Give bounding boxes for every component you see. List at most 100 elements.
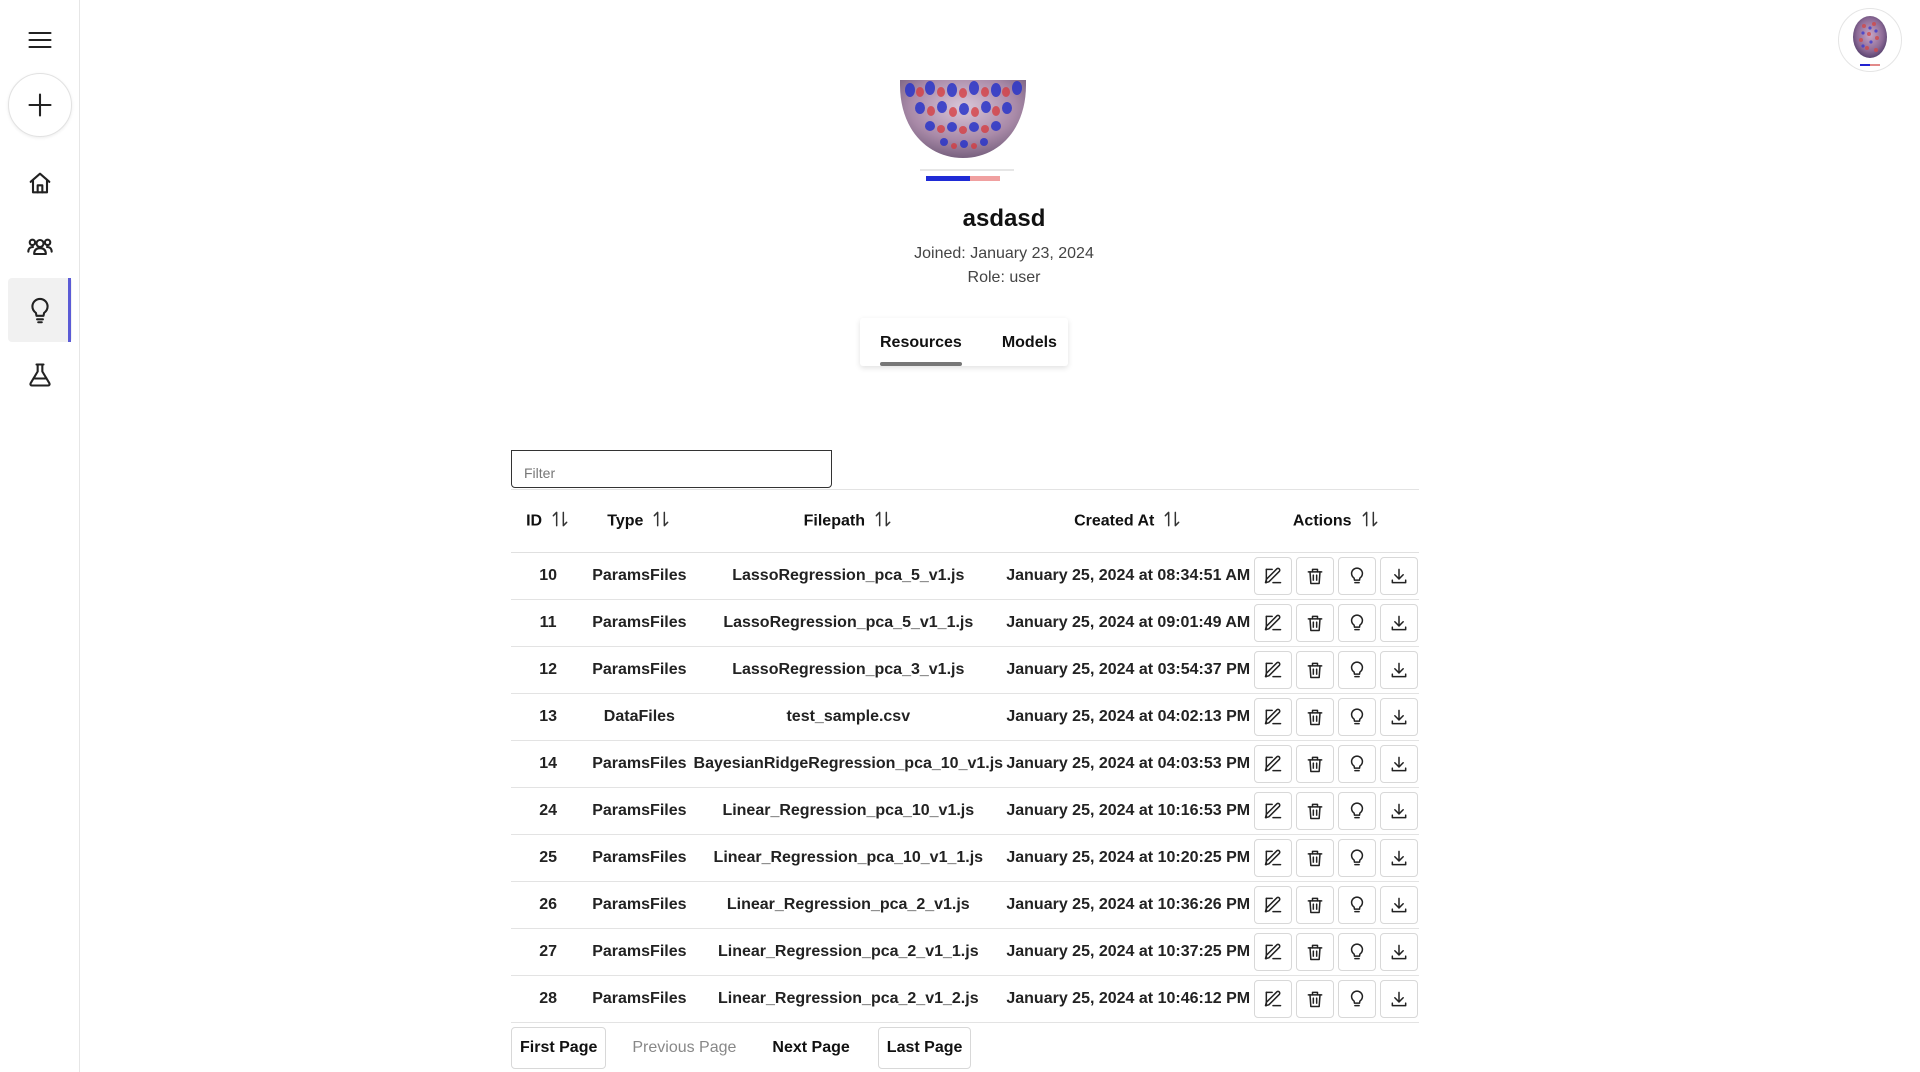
profile-picture bbox=[900, 80, 1026, 181]
cell-filepath: LassoRegression_pca_3_v1.js bbox=[693, 646, 1004, 694]
column-header-created-at[interactable]: Created At bbox=[1003, 492, 1254, 553]
last-page-button[interactable]: Last Page bbox=[877, 1027, 972, 1069]
download-button[interactable] bbox=[1380, 650, 1419, 689]
column-header-filepath[interactable]: Filepath bbox=[693, 492, 1004, 553]
add-button[interactable] bbox=[0, 73, 80, 137]
use-model-button[interactable] bbox=[1338, 650, 1377, 689]
download-icon bbox=[1391, 709, 1407, 724]
sort-icon[interactable] bbox=[550, 509, 570, 534]
user-avatar-button[interactable] bbox=[1838, 8, 1902, 72]
lightbulb-icon bbox=[1351, 613, 1364, 630]
edit-button[interactable] bbox=[1254, 603, 1293, 642]
lightbulb-icon bbox=[1351, 848, 1364, 865]
cell-id: 14 bbox=[511, 740, 586, 788]
column-header-id[interactable]: ID bbox=[511, 492, 586, 553]
use-model-button[interactable] bbox=[1338, 932, 1377, 971]
use-model-button[interactable] bbox=[1338, 556, 1377, 595]
edit-button[interactable] bbox=[1254, 697, 1293, 736]
home-icon bbox=[29, 172, 51, 194]
trash-icon bbox=[1307, 897, 1323, 913]
cell-created-at: January 25, 2024 at 10:36:26 PM bbox=[1003, 881, 1254, 929]
edit-button[interactable] bbox=[1254, 838, 1293, 877]
edit-icon bbox=[1264, 943, 1282, 959]
sidebar-item-experiments[interactable] bbox=[0, 350, 80, 400]
cell-id: 26 bbox=[511, 881, 586, 929]
edit-icon bbox=[1264, 567, 1282, 583]
delete-button[interactable] bbox=[1296, 838, 1335, 877]
delete-button[interactable] bbox=[1296, 885, 1335, 924]
use-model-button[interactable] bbox=[1338, 603, 1377, 642]
cell-actions bbox=[1253, 834, 1419, 882]
download-button[interactable] bbox=[1380, 885, 1419, 924]
pagination: First Page Previous Page Next Page Last … bbox=[511, 1027, 972, 1069]
row-actions bbox=[1253, 885, 1419, 924]
sort-icon[interactable] bbox=[651, 509, 671, 534]
download-button[interactable] bbox=[1380, 744, 1419, 783]
sidebar-item-models[interactable] bbox=[8, 278, 72, 342]
delete-button[interactable] bbox=[1296, 791, 1335, 830]
sidebar-item-home[interactable] bbox=[0, 158, 80, 208]
row-actions bbox=[1253, 979, 1419, 1018]
cell-id: 28 bbox=[511, 975, 586, 1023]
cell-type: ParamsFiles bbox=[585, 552, 694, 600]
delete-button[interactable] bbox=[1296, 697, 1335, 736]
edit-button[interactable] bbox=[1254, 932, 1293, 971]
download-button[interactable] bbox=[1380, 791, 1419, 830]
edit-icon bbox=[1264, 708, 1282, 724]
cell-type: ParamsFiles bbox=[585, 740, 694, 788]
delete-button[interactable] bbox=[1296, 979, 1335, 1018]
edit-button[interactable] bbox=[1254, 556, 1293, 595]
download-icon bbox=[1391, 756, 1407, 771]
cell-filepath: LassoRegression_pca_5_v1.js bbox=[693, 552, 1004, 600]
use-model-button[interactable] bbox=[1338, 697, 1377, 736]
filter-input[interactable] bbox=[511, 450, 832, 488]
sort-icon[interactable] bbox=[873, 509, 893, 534]
use-model-button[interactable] bbox=[1338, 979, 1377, 1018]
sort-icon[interactable] bbox=[1360, 509, 1380, 534]
use-model-button[interactable] bbox=[1338, 838, 1377, 877]
column-header-actions[interactable]: Actions bbox=[1253, 492, 1419, 553]
edit-button[interactable] bbox=[1254, 885, 1293, 924]
download-button[interactable] bbox=[1380, 603, 1419, 642]
edit-button[interactable] bbox=[1254, 979, 1293, 1018]
trash-icon bbox=[1307, 568, 1323, 584]
column-header-type[interactable]: Type bbox=[585, 492, 694, 553]
row-actions bbox=[1253, 556, 1419, 595]
delete-button[interactable] bbox=[1296, 556, 1335, 595]
download-button[interactable] bbox=[1380, 556, 1419, 595]
edit-button[interactable] bbox=[1254, 744, 1293, 783]
cell-id: 12 bbox=[511, 646, 586, 694]
download-button[interactable] bbox=[1380, 838, 1419, 877]
download-button[interactable] bbox=[1380, 979, 1419, 1018]
delete-button[interactable] bbox=[1296, 603, 1335, 642]
table-row: 14 ParamsFiles BayesianRidgeRegression_pca… bbox=[511, 740, 1419, 788]
previous-page-button[interactable]: Previous Page bbox=[624, 1027, 745, 1069]
cell-actions bbox=[1253, 740, 1419, 788]
download-button[interactable] bbox=[1380, 697, 1419, 736]
delete-button[interactable] bbox=[1296, 932, 1335, 971]
use-model-button[interactable] bbox=[1338, 744, 1377, 783]
download-button[interactable] bbox=[1380, 932, 1419, 971]
table-row: 25 ParamsFiles Linear_Regression_pca_10_v1… bbox=[511, 834, 1419, 882]
delete-button[interactable] bbox=[1296, 744, 1335, 783]
table-row: 28 ParamsFiles Linear_Regression_pca_2_v1_… bbox=[511, 975, 1419, 1023]
menu-button[interactable] bbox=[0, 18, 80, 62]
row-actions bbox=[1253, 838, 1419, 877]
lightbulb-icon bbox=[1351, 566, 1364, 583]
edit-button[interactable] bbox=[1254, 791, 1293, 830]
delete-button[interactable] bbox=[1296, 650, 1335, 689]
tab-models[interactable]: Models bbox=[1002, 334, 1057, 352]
use-model-button[interactable] bbox=[1338, 885, 1377, 924]
tab-resources[interactable]: Resources bbox=[880, 334, 962, 366]
cell-created-at: January 25, 2024 at 10:46:12 PM bbox=[1003, 975, 1254, 1023]
sort-icon[interactable] bbox=[1162, 509, 1182, 534]
next-page-button[interactable]: Next Page bbox=[764, 1027, 858, 1069]
cell-actions bbox=[1253, 787, 1419, 835]
table-row: 26 ParamsFiles Linear_Regression_pca_2_v1.… bbox=[511, 881, 1419, 929]
use-model-button[interactable] bbox=[1338, 791, 1377, 830]
lightbulb-icon bbox=[1351, 754, 1364, 771]
first-page-button[interactable]: First Page bbox=[511, 1027, 607, 1069]
edit-icon bbox=[1264, 896, 1282, 912]
edit-button[interactable] bbox=[1254, 650, 1293, 689]
cell-created-at: January 25, 2024 at 10:37:25 PM bbox=[1003, 928, 1254, 976]
